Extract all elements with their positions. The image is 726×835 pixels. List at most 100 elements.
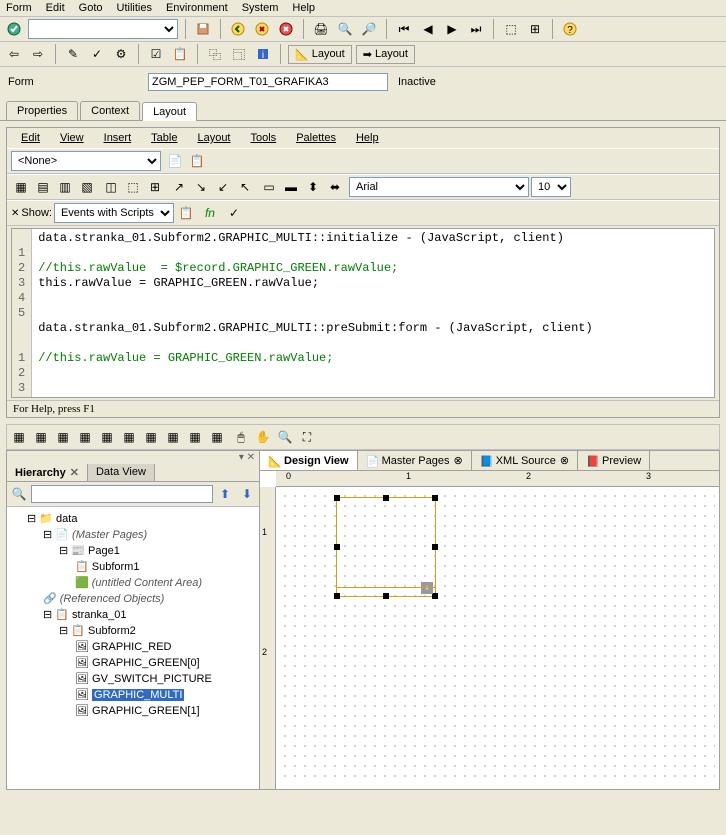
selected-object[interactable]: + [336, 497, 436, 597]
arrow-left-icon[interactable]: ⇦ [4, 44, 24, 64]
mt1-icon[interactable]: ▦ [9, 427, 29, 447]
menu-edit[interactable]: Edit [46, 2, 65, 14]
panel-dropdown-icon[interactable]: ▾ ✕ [7, 451, 259, 464]
prev-icon[interactable]: ◀ [418, 19, 438, 39]
pointer-icon[interactable]: 🖱 [231, 427, 251, 447]
menu-goto[interactable]: Goto [79, 2, 103, 14]
help-icon[interactable]: ? [560, 19, 580, 39]
hierarchy-tree[interactable]: ⊟ 📁 data ⊟ 📄 (Master Pages) ⊟ 📰 Page1 📋 … [7, 507, 259, 789]
check-icon2[interactable]: ☑ [146, 44, 166, 64]
zoom-icon[interactable]: 🔍 [275, 427, 295, 447]
events-dropdown[interactable]: Events with Scripts [54, 203, 174, 223]
bt11-icon[interactable]: ↖ [235, 177, 255, 197]
dataview-tab[interactable]: Data View [88, 464, 155, 481]
close-icon[interactable]: ⊗ [453, 454, 462, 467]
tree-page1[interactable]: ⊟ 📰 Page1 📋 Subform1 🟩 (untitled Content… [59, 543, 255, 591]
code-body[interactable]: data.stranka_01.Subform2.GRAPHIC_MULTI::… [32, 229, 599, 397]
tree-subform1[interactable]: 📋 Subform1 [75, 559, 255, 575]
bt4-icon[interactable]: ▧ [77, 177, 97, 197]
display-icon[interactable]: ✎ [63, 44, 83, 64]
dmenu-insert[interactable]: Insert [94, 130, 142, 146]
handle-tl[interactable] [334, 495, 340, 501]
cancel-icon[interactable] [276, 19, 296, 39]
first-icon[interactable]: ⏮ [394, 19, 414, 39]
dtab-master[interactable]: 📄Master Pages⊗ [358, 451, 472, 470]
tree-icon[interactable]: ⿻ [205, 44, 225, 64]
bt10-icon[interactable]: ↙ [213, 177, 233, 197]
menu-help[interactable]: Help [292, 2, 315, 14]
shortcut-icon[interactable]: ⊞ [525, 19, 545, 39]
design-page[interactable]: + [280, 491, 715, 785]
toggle-icon[interactable]: ⚙ [111, 44, 131, 64]
tree-master-pages[interactable]: ⊟ 📄 (Master Pages) ⊟ 📰 Page1 📋 Subform1 … [43, 527, 255, 591]
print-icon[interactable]: 🖨 [311, 19, 331, 39]
dtab-xml[interactable]: 📘XML Source⊗ [472, 451, 578, 470]
save-icon[interactable] [193, 19, 213, 39]
tree-gv-switch[interactable]: 🖼 GV_SWITCH_PICTURE [75, 671, 255, 687]
design-canvas[interactable]: 0 1 2 3 1 2 + [260, 471, 719, 789]
tab-layout[interactable]: Layout [142, 102, 197, 121]
handle-tm[interactable] [383, 495, 389, 501]
form-name-input[interactable] [148, 73, 388, 91]
dtab-design[interactable]: 📐Design View [260, 451, 358, 470]
bt6-icon[interactable]: ⬚ [123, 177, 143, 197]
close-icon[interactable]: ⊗ [560, 454, 569, 467]
tree-graphic-multi[interactable]: 🖼 GRAPHIC_MULTI [75, 687, 255, 703]
dmenu-palettes[interactable]: Palettes [286, 130, 346, 146]
mt6-icon[interactable]: ▦ [119, 427, 139, 447]
dmenu-help[interactable]: Help [346, 130, 389, 146]
handle-ml[interactable] [334, 544, 340, 550]
arrow-right-icon[interactable]: ⇨ [28, 44, 48, 64]
info-icon[interactable]: i [253, 44, 273, 64]
script-editor[interactable]: 12345 123 data.stranka_01.Subform2.GRAPH… [11, 228, 715, 398]
handle-mr[interactable] [432, 544, 438, 550]
tree-stranka[interactable]: ⊟ 📋 stranka_01 ⊟ 📋 Subform2 🖼 GRAPHIC_RE… [43, 607, 255, 719]
hierarchy-tab[interactable]: Hierarchy✕ [7, 464, 88, 481]
down-arrow-icon[interactable]: ⬇ [237, 484, 257, 504]
findnext-icon[interactable]: 🔎 [359, 19, 379, 39]
dmenu-edit[interactable]: Edit [11, 130, 50, 146]
bt3-icon[interactable]: ▥ [55, 177, 75, 197]
dtab-preview[interactable]: 📕Preview [578, 451, 650, 470]
tree-graphic-green1[interactable]: 🖼 GRAPHIC_GREEN[1] [75, 703, 255, 719]
menu-environment[interactable]: Environment [166, 2, 228, 14]
handle-bl[interactable] [334, 593, 340, 599]
mt4-icon[interactable]: ▦ [75, 427, 95, 447]
search-icon[interactable]: 🔍 [9, 484, 29, 504]
find-icon[interactable]: 🔍 [335, 19, 355, 39]
tab-properties[interactable]: Properties [6, 101, 78, 120]
tree-referenced[interactable]: 🔗 (Referenced Objects) [43, 591, 255, 607]
menu-form[interactable]: Form [6, 2, 32, 14]
font-dropdown[interactable]: Arial [349, 177, 529, 197]
activate-icon[interactable]: ✓ [87, 44, 107, 64]
tree-graphic-red[interactable]: 🖼 GRAPHIC_RED [75, 639, 255, 655]
mt3-icon[interactable]: ▦ [53, 427, 73, 447]
dmenu-view[interactable]: View [50, 130, 94, 146]
plus-icon[interactable]: + [421, 582, 433, 594]
bt15-icon[interactable]: ⬌ [325, 177, 345, 197]
fontsize-dropdown[interactable]: 10 [531, 177, 571, 197]
hand-icon[interactable]: ✋ [253, 427, 273, 447]
tree-graphic-green0[interactable]: 🖼 GRAPHIC_GREEN[0] [75, 655, 255, 671]
tree-root[interactable]: ⊟ 📁 data ⊟ 📄 (Master Pages) ⊟ 📰 Page1 📋 … [27, 511, 255, 719]
exit-icon[interactable] [252, 19, 272, 39]
close-hierarchy-icon[interactable]: ✕ [70, 467, 79, 479]
script-object-dropdown[interactable]: <None> [11, 151, 161, 171]
tree-subform2[interactable]: ⊟ 📋 Subform2 🖼 GRAPHIC_RED 🖼 GRAPHIC_GRE… [59, 623, 255, 719]
mt8-icon[interactable]: ▦ [163, 427, 183, 447]
dmenu-layout[interactable]: Layout [187, 130, 240, 146]
dtool1-icon[interactable]: 📄 [165, 151, 185, 171]
tree-untitled[interactable]: 🟩 (untitled Content Area) [75, 575, 255, 591]
mt2-icon[interactable]: ▦ [31, 427, 51, 447]
back-icon[interactable] [228, 19, 248, 39]
tree2-icon[interactable]: ⿹ [229, 44, 249, 64]
bt5-icon[interactable]: ◫ [101, 177, 121, 197]
mt10-icon[interactable]: ▦ [207, 427, 227, 447]
command-dropdown[interactable] [28, 19, 178, 39]
layout-button-1[interactable]: 📐 Layout [288, 45, 352, 64]
handle-bm[interactable] [383, 593, 389, 599]
bt1-icon[interactable]: ▦ [11, 177, 31, 197]
close-script-icon[interactable]: ✕ [11, 208, 19, 219]
tab-context[interactable]: Context [80, 101, 140, 120]
bt14-icon[interactable]: ⬍ [303, 177, 323, 197]
